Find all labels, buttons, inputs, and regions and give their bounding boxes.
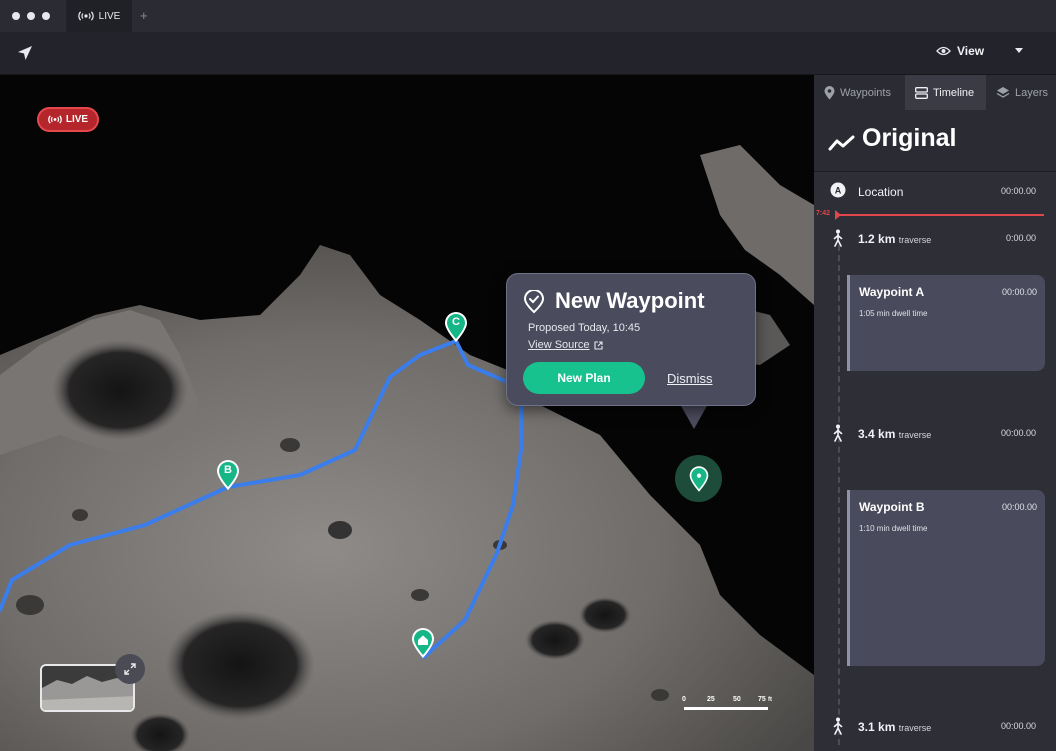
plan-header: Original [814,110,1056,172]
waypoint-marker-label: C [452,316,460,328]
traverse-time: 00:00.00 [1000,428,1036,438]
location-label: Location [858,185,904,199]
tab-waypoints[interactable]: Waypoints [814,75,905,110]
waypoint-card-a[interactable]: Waypoint A 00:00.00 1:05 min dwell time [847,275,1045,371]
tab-label: Layers [1015,86,1049,99]
waypoint-marker-c[interactable]: C [443,311,469,343]
scale-tick: 25 [707,696,715,703]
broadcast-icon [48,115,62,124]
trend-icon [828,135,855,151]
current-time-line [836,214,1044,216]
new-plan-button[interactable]: New Plan [523,362,645,394]
waypoint-title: Waypoint A [859,285,925,299]
eye-icon [936,46,951,56]
view-source-link[interactable]: View Source [528,339,603,351]
window-titlebar: LIVE + [0,0,1056,32]
tab-label: Waypoints [840,86,891,99]
view-source-label: View Source [528,339,590,351]
window-dot[interactable] [27,12,35,20]
new-waypoint-popup: New Waypoint Proposed Today, 10:45 View … [506,273,756,406]
tab-layers[interactable]: Layers [986,75,1056,110]
walking-icon [833,424,843,442]
popup-title: New Waypoint [555,288,705,313]
location-pin-icon [689,465,708,492]
external-link-icon [594,340,603,350]
tab-label: Timeline [933,86,975,99]
traverse-kind: traverse [898,723,932,733]
traverse-distance: 3.1 km [858,720,896,734]
window-controls[interactable] [12,12,50,20]
scale-bar [684,707,768,710]
expand-icon[interactable] [115,654,145,684]
waypoint-marker-b[interactable]: B [215,459,241,491]
view-label: View [957,44,985,58]
waypoint-card-b[interactable]: Waypoint B 00:00.00 1:10 min dwell time [847,490,1045,666]
timeline-panel: Waypoints Timeline Layers Original A Loc… [814,75,1056,751]
tab-timeline[interactable]: Timeline [905,75,986,110]
scale-tick: 0 [682,696,686,703]
scale-tick: 50 [733,696,741,703]
waypoint-marker-label: B [224,464,232,476]
new-tab-button[interactable]: + [140,8,148,23]
tab-live[interactable]: LIVE [66,0,132,32]
waypoint-time: 00:00.00 [1001,502,1037,512]
traverse-time: 0:00.00 [1005,233,1036,243]
location-marker-letter: A [835,186,842,196]
timeline-traverse-row[interactable]: 1.2 km traverse 0:00.00 [814,225,1056,251]
traverse-distance: 1.2 km [858,232,896,246]
scale-unit: ft [768,697,772,703]
plan-title: Original [862,124,957,152]
waypoint-time: 00:00.00 [1001,287,1037,297]
proposed-waypoint-marker[interactable] [675,455,722,502]
walking-icon [833,717,843,735]
verified-pin-icon [523,290,545,314]
panel-tabs: Waypoints Timeline Layers [814,75,1056,110]
location-a-icon: A [830,182,846,198]
popup-subtitle: Proposed Today, 10:45 [528,322,641,334]
timeline-traverse-row[interactable]: 3.1 km traverse 00:00.00 [814,713,1056,739]
walking-icon [833,229,843,247]
timeline-track [838,245,840,745]
waypoint-title: Waypoint B [859,500,925,514]
waypoint-dwell: 1:10 min dwell time [859,524,928,533]
window-dot[interactable] [42,12,50,20]
traverse-kind: traverse [898,235,932,245]
dismiss-button[interactable]: Dismiss [667,371,713,386]
timeline-traverse-row[interactable]: 3.4 km traverse 00:00.00 [814,420,1056,446]
map-scale: 0 25 50 75 ft [676,695,776,715]
waypoint-dwell: 1:05 min dwell time [859,309,928,318]
popup-pointer [680,404,708,429]
map-view[interactable]: LIVE B C New Waypoint Proposed Today, 10… [0,75,814,751]
live-badge: LIVE [37,107,99,132]
location-time: 00:00.00 [1000,186,1036,196]
traverse-kind: traverse [898,430,932,440]
timeline-icon [915,86,928,99]
traverse-distance: 3.4 km [858,427,896,441]
traverse-time: 00:00.00 [1000,721,1036,731]
toolbar: View [0,32,1056,75]
live-label: LIVE [65,114,89,125]
home-marker[interactable] [410,627,436,659]
window-dot[interactable] [12,12,20,20]
timeline-location-row[interactable]: A Location 00:00.00 [814,178,1056,204]
chevron-down-icon[interactable] [1015,48,1023,53]
navigation-arrow-icon[interactable] [16,44,34,62]
broadcast-icon [78,11,94,21]
scale-tick: 75 [758,696,766,703]
pin-icon [824,85,835,99]
current-time-label: 7:42 [816,210,831,217]
layers-icon [996,87,1010,98]
tab-label: LIVE [98,10,121,22]
view-button[interactable]: View [936,44,984,58]
